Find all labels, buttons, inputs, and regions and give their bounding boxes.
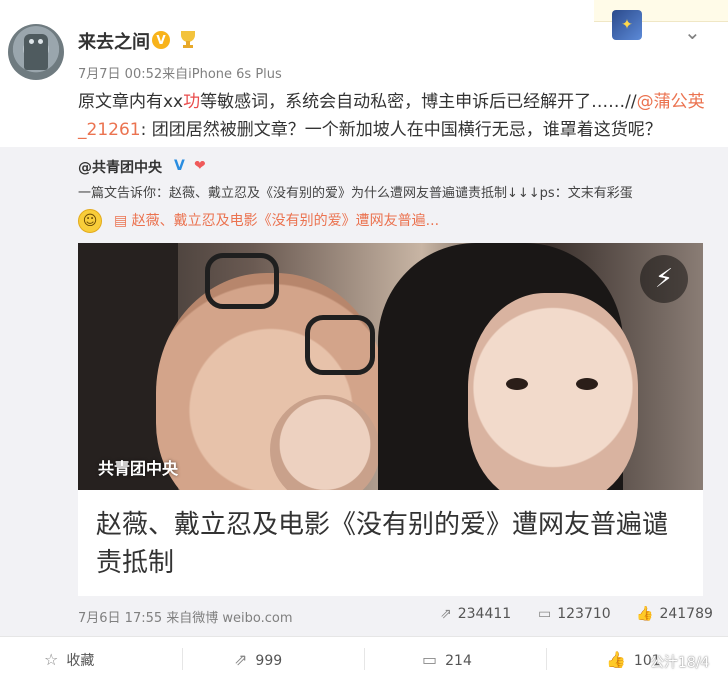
post-text-part3: : 团团居然被删文章？一个新加坡人在中国横行无忌，谁罩着这货呢？ bbox=[140, 120, 662, 140]
like-icon: 👍 bbox=[636, 606, 654, 622]
post-text-part2: 等敏感词，系统会自动私密，博主申诉后已经解开了……// bbox=[200, 92, 637, 112]
verified-icon: V bbox=[152, 31, 170, 49]
post-text-part1: 原文章内有xx bbox=[78, 92, 184, 112]
post-text-red: 功 bbox=[183, 92, 201, 112]
repost-icon: ⇗ bbox=[234, 650, 248, 669]
repost-repost-count[interactable]: ⇗ 234411 bbox=[440, 606, 511, 622]
divider bbox=[182, 648, 183, 670]
repost-verified-icon: V bbox=[174, 158, 185, 174]
smile-icon: ☺ bbox=[78, 209, 102, 233]
article-photo[interactable]: ⚡ 共青团中央 bbox=[78, 243, 703, 490]
repost-button[interactable]: ⇗ 999 bbox=[234, 650, 282, 669]
avatar[interactable] bbox=[8, 24, 64, 80]
repost-text: 一篇文告诉你：赵薇、戴立忍及《没有别的爱》为什么遭网友普遍谴责抵制↓↓↓ps：文… bbox=[78, 186, 633, 201]
comment-icon: ▭ bbox=[422, 650, 438, 669]
favorite-label: 收藏 bbox=[66, 653, 95, 669]
divider bbox=[546, 648, 547, 670]
divider bbox=[364, 648, 365, 670]
repost-count: 999 bbox=[255, 653, 283, 669]
favorite-button[interactable]: ☆ 收藏 bbox=[44, 650, 94, 670]
repost-repost-value: 234411 bbox=[457, 606, 512, 622]
repost-heart-icon: ❤ bbox=[194, 158, 206, 174]
decoration-badge-icon: ✦ bbox=[612, 10, 642, 40]
repost-article-link[interactable]: ▤ 赵薇、戴立忍及电影《没有别的爱》遭网友普遍... bbox=[114, 210, 439, 230]
post-text: 原文章内有xx功等敏感词，系统会自动私密，博主申诉后已经解开了……//@蒲公英_… bbox=[78, 88, 718, 144]
repost-comment-count[interactable]: ▭ 123710 bbox=[538, 606, 611, 622]
lightning-icon[interactable]: ⚡ bbox=[640, 255, 688, 303]
repost-username[interactable]: @共青团中央 bbox=[78, 157, 162, 177]
photo-glasses-left bbox=[205, 253, 279, 309]
chevron-down-icon[interactable]: ⌄ bbox=[684, 20, 701, 44]
post-meta: 7月7日 00:52来自iPhone 6s Plus bbox=[78, 67, 282, 82]
robot-avatar-icon bbox=[24, 34, 48, 70]
repost-like-count[interactable]: 👍 241789 bbox=[636, 606, 713, 622]
corner-watermark: 公汁18/4 bbox=[650, 655, 710, 671]
photo-glasses-right bbox=[305, 315, 375, 375]
article-title[interactable]: 赵薇、戴立忍及电影《没有别的爱》遭网友普遍谴责抵制 bbox=[96, 506, 686, 582]
comment-button[interactable]: ▭ 214 bbox=[422, 650, 472, 669]
repost-meta: 7月6日 17:55 来自微博 weibo.com bbox=[78, 611, 293, 626]
medal-icon bbox=[178, 29, 198, 49]
star-icon: ☆ bbox=[44, 650, 59, 669]
repost-icon: ⇗ bbox=[440, 606, 452, 622]
username[interactable]: 来去之间 bbox=[78, 28, 150, 54]
photo-face-woman-right bbox=[468, 293, 638, 490]
comment-icon: ▭ bbox=[538, 606, 552, 622]
like-icon: 👍 bbox=[606, 650, 626, 669]
comment-count: 214 bbox=[445, 653, 472, 669]
photo-watermark: 共青团中央 bbox=[98, 459, 179, 478]
repost-like-value: 241789 bbox=[659, 606, 713, 622]
repost-comment-value: 123710 bbox=[557, 606, 611, 622]
weibo-post-card: ✦ ⌄ 来去之间 V 7月7日 00:52来自iPhone 6s Plus 原文… bbox=[0, 0, 728, 682]
article-card[interactable]: 赵薇、戴立忍及电影《没有别的爱》遭网友普遍谴责抵制 bbox=[78, 490, 703, 596]
